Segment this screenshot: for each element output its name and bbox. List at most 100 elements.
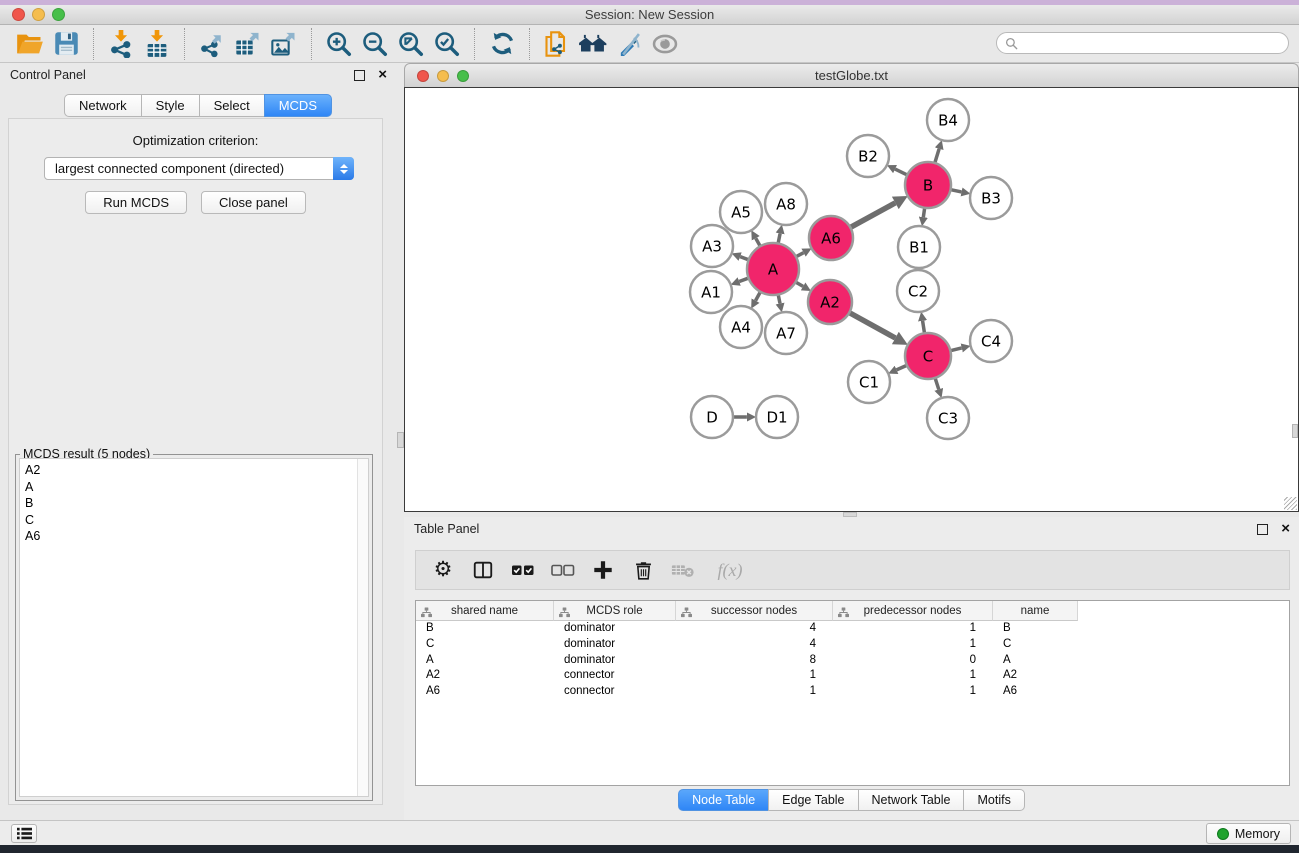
graph-node-C1[interactable]: C1 bbox=[848, 361, 890, 403]
tab-network[interactable]: Network bbox=[64, 94, 141, 117]
graph-node-A4[interactable]: A4 bbox=[720, 306, 762, 348]
graph-edge-A6-B[interactable] bbox=[849, 203, 895, 228]
task-history-button[interactable] bbox=[11, 824, 37, 843]
column-header-successor-nodes[interactable]: successor nodes bbox=[676, 601, 833, 621]
cell-successor-nodes: 1 bbox=[676, 684, 833, 700]
tab-style[interactable]: Style bbox=[141, 94, 199, 117]
open-session-button[interactable] bbox=[12, 28, 48, 60]
graph-node-A[interactable]: A bbox=[747, 243, 799, 295]
graph-edge-B-B4[interactable] bbox=[934, 149, 939, 164]
table-options-button[interactable]: ⚙ bbox=[430, 557, 456, 583]
graph-node-B2[interactable]: B2 bbox=[847, 135, 889, 177]
save-session-button[interactable] bbox=[48, 28, 84, 60]
table-row-b[interactable]: Bdominator41B bbox=[416, 621, 1289, 637]
clone-network-button[interactable] bbox=[539, 28, 575, 60]
delete-table-button[interactable] bbox=[670, 557, 696, 583]
graph-node-C4[interactable]: C4 bbox=[970, 320, 1012, 362]
result-item-a6[interactable]: A6 bbox=[20, 528, 368, 545]
result-item-a2[interactable]: A2 bbox=[20, 462, 368, 479]
graph-node-B4[interactable]: B4 bbox=[927, 99, 969, 141]
float-panel-icon[interactable] bbox=[354, 70, 365, 81]
zoom-selected-button[interactable] bbox=[429, 28, 465, 60]
app-title: Session: New Session bbox=[0, 5, 1299, 25]
hide-graphics-details-button[interactable] bbox=[611, 28, 647, 60]
function-builder-button[interactable]: f(x) bbox=[710, 557, 750, 583]
memory-button[interactable]: Memory bbox=[1206, 823, 1291, 844]
show-hide-panel-button[interactable] bbox=[647, 28, 683, 60]
show-column-button[interactable] bbox=[470, 557, 496, 583]
control-panel: Control Panel × NetworkStyleSelectMCDS O… bbox=[0, 63, 396, 820]
column-header-name[interactable]: name bbox=[993, 601, 1078, 621]
graph-node-B3[interactable]: B3 bbox=[970, 177, 1012, 219]
graph-node-D[interactable]: D bbox=[691, 396, 733, 438]
cell-shared-name: B bbox=[416, 621, 554, 637]
table-row-a[interactable]: Adominator80A bbox=[416, 653, 1289, 669]
graph-node-B1[interactable]: B1 bbox=[898, 226, 940, 268]
tab-edge-table[interactable]: Edge Table bbox=[768, 789, 857, 811]
graph-node-C3[interactable]: C3 bbox=[927, 397, 969, 439]
graph-node-C[interactable]: C bbox=[905, 333, 951, 379]
network-window-titlebar[interactable]: testGlobe.txt bbox=[404, 63, 1299, 87]
cell-MCDS-role: connector bbox=[554, 684, 676, 700]
result-item-a[interactable]: A bbox=[20, 479, 368, 496]
svg-text:B3: B3 bbox=[981, 190, 1001, 208]
column-header-predecessor-nodes[interactable]: predecessor nodes bbox=[833, 601, 993, 621]
graph-node-A3[interactable]: A3 bbox=[691, 225, 733, 267]
import-table-button[interactable] bbox=[139, 28, 175, 60]
home-view-button[interactable] bbox=[575, 28, 611, 60]
zoom-fit-button[interactable] bbox=[393, 28, 429, 60]
delete-column-button[interactable] bbox=[630, 557, 656, 583]
import-network-button[interactable] bbox=[103, 28, 139, 60]
float-table-panel-icon[interactable] bbox=[1257, 524, 1268, 535]
zoom-in-button[interactable] bbox=[321, 28, 357, 60]
network-canvas[interactable]: B4 B2 B B3 A8 A5 A6 A3 B1 A C2 A1 A2 A4A7 C4 C C1 D D1 C3 bbox=[404, 87, 1299, 512]
run-mcds-button[interactable]: Run MCDS bbox=[85, 191, 187, 214]
search-input[interactable] bbox=[1018, 36, 1288, 50]
window-edge-grip[interactable] bbox=[1292, 424, 1298, 438]
graph-node-C2[interactable]: C2 bbox=[897, 270, 939, 312]
panel-divider-grip[interactable] bbox=[397, 432, 404, 448]
deselect-all-button[interactable] bbox=[550, 557, 576, 583]
app-titlebar[interactable]: Session: New Session bbox=[0, 5, 1299, 25]
criterion-value: largest connected component (directed) bbox=[55, 161, 284, 176]
tab-node-table[interactable]: Node Table bbox=[678, 789, 768, 811]
graph-node-B[interactable]: B bbox=[905, 162, 951, 208]
svg-text:B1: B1 bbox=[909, 239, 929, 257]
refresh-button[interactable] bbox=[484, 28, 520, 60]
export-table-button[interactable] bbox=[230, 28, 266, 60]
zoom-out-button[interactable] bbox=[357, 28, 393, 60]
close-panel-button[interactable]: Close panel bbox=[201, 191, 306, 214]
export-network-button[interactable] bbox=[194, 28, 230, 60]
close-table-panel-icon[interactable]: × bbox=[1281, 520, 1290, 538]
close-panel-icon[interactable]: × bbox=[378, 66, 387, 84]
table-row-a6[interactable]: A6connector11A6 bbox=[416, 684, 1289, 700]
cell-successor-nodes: 4 bbox=[676, 621, 833, 637]
graph-node-A5[interactable]: A5 bbox=[720, 191, 762, 233]
search-field[interactable] bbox=[996, 32, 1289, 54]
column-header-MCDS-role[interactable]: MCDS role bbox=[554, 601, 676, 621]
criterion-select[interactable]: largest connected component (directed) bbox=[44, 157, 354, 180]
graph-node-A8[interactable]: A8 bbox=[765, 183, 807, 225]
table-row-a2[interactable]: A2connector11A2 bbox=[416, 668, 1289, 684]
create-column-button[interactable] bbox=[590, 557, 616, 583]
graph-node-A2[interactable]: A2 bbox=[808, 280, 852, 324]
tab-motifs[interactable]: Motifs bbox=[963, 789, 1024, 811]
resize-grip-icon[interactable] bbox=[1284, 497, 1297, 510]
select-all-button[interactable] bbox=[510, 557, 536, 583]
result-item-c[interactable]: C bbox=[20, 512, 368, 529]
import-table-icon bbox=[143, 30, 171, 58]
export-image-button[interactable] bbox=[266, 28, 302, 60]
tab-mcds[interactable]: MCDS bbox=[264, 94, 332, 117]
graph-node-D1[interactable]: D1 bbox=[756, 396, 798, 438]
tab-network-table[interactable]: Network Table bbox=[858, 789, 964, 811]
graph-edge-A2-C[interactable] bbox=[848, 312, 895, 338]
graph-node-A7[interactable]: A7 bbox=[765, 312, 807, 354]
graph-node-A1[interactable]: A1 bbox=[690, 271, 732, 313]
column-header-shared-name[interactable]: shared name bbox=[416, 601, 554, 621]
svg-text:A8: A8 bbox=[776, 196, 796, 214]
result-item-b[interactable]: B bbox=[20, 495, 368, 512]
tab-select[interactable]: Select bbox=[199, 94, 264, 117]
result-scrollbar[interactable] bbox=[357, 459, 368, 796]
graph-node-A6[interactable]: A6 bbox=[809, 216, 853, 260]
table-row-c[interactable]: Cdominator41C bbox=[416, 637, 1289, 653]
